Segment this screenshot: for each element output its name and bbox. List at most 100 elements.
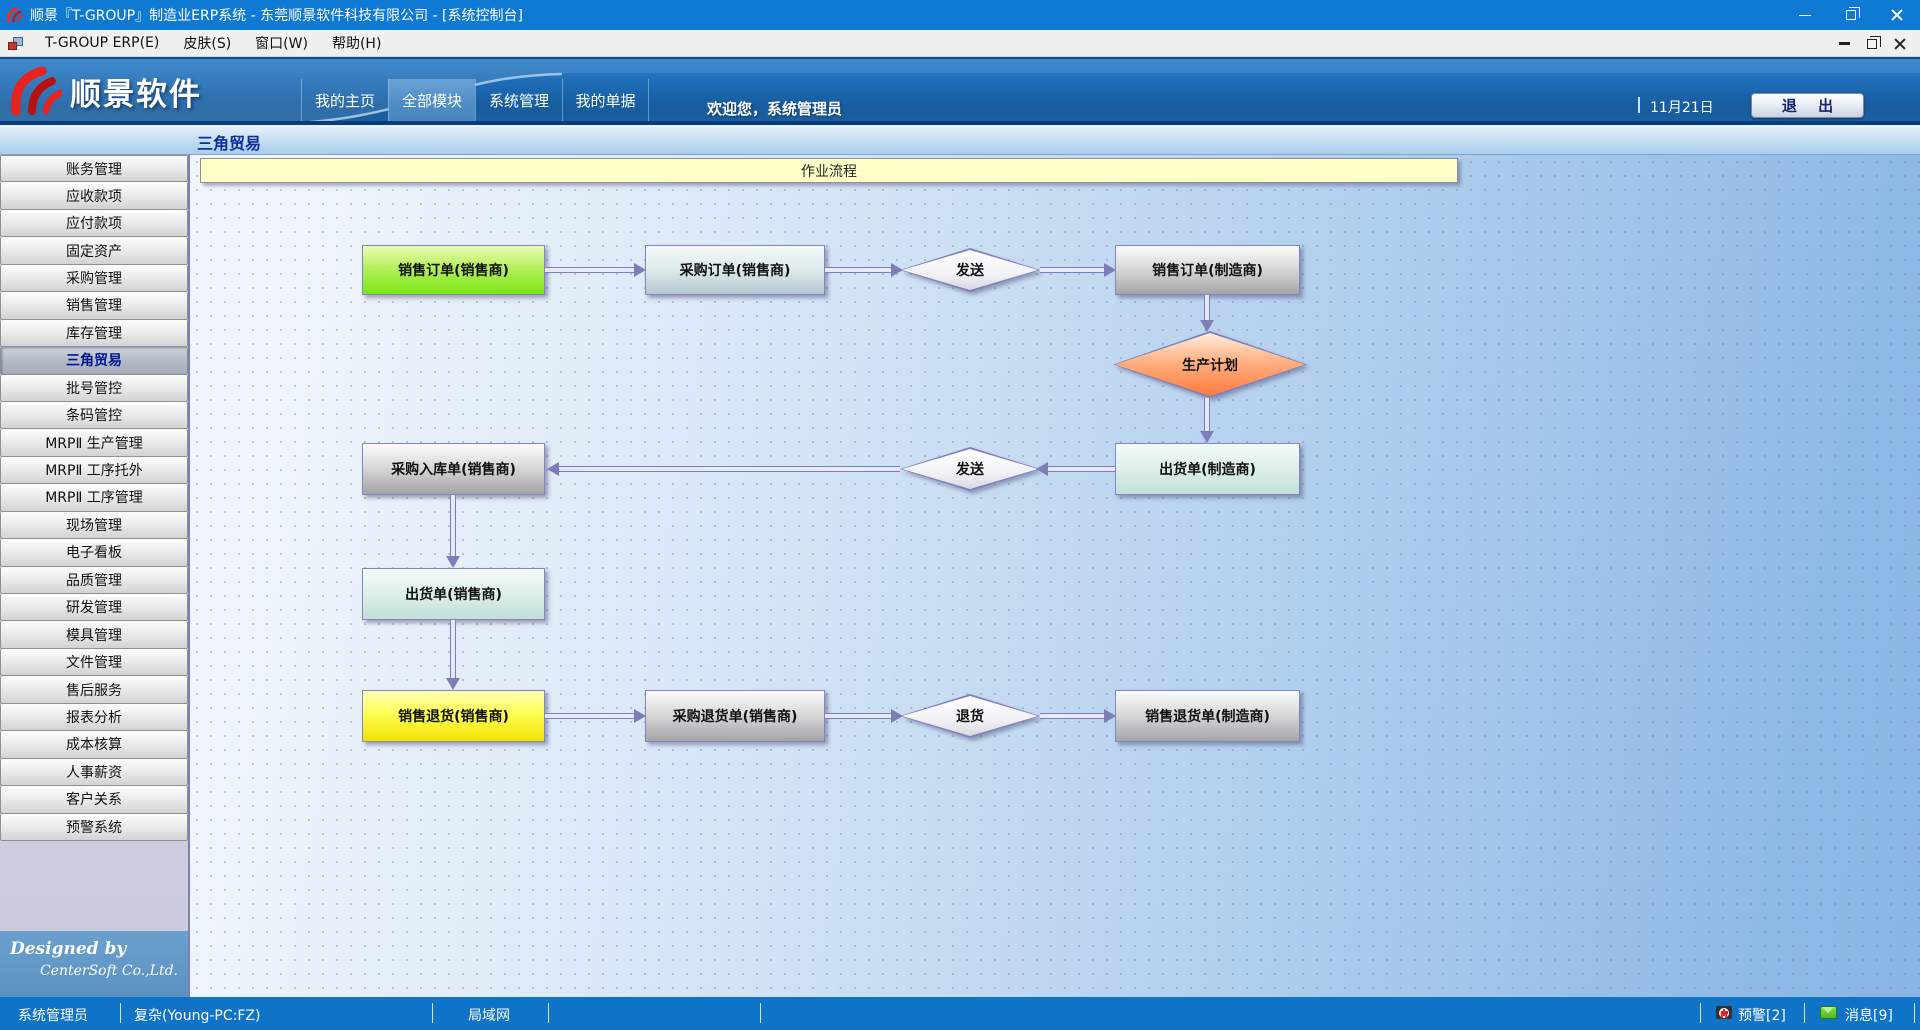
workflow-canvas: 作业流程 销售订单(销售商) 采购订单(销售商) 发送 销售订单(制造商) 生产… [190, 155, 1920, 997]
window-close-button[interactable] [1874, 0, 1920, 30]
flow-arrowhead-right [1104, 709, 1116, 723]
status-separator [1700, 1003, 1701, 1023]
flow-connector [825, 267, 895, 273]
node-return-decision[interactable]: 退货 [900, 694, 1040, 738]
sidebar-item-triangle-trade[interactable]: 三角贸易 [0, 347, 188, 374]
flow-connector [450, 620, 456, 680]
sidebar-item-shopfloor[interactable]: 现场管理 [0, 512, 188, 539]
node-sales-return-seller[interactable]: 销售退货(销售商) [362, 690, 545, 742]
sidebar-item-payables[interactable]: 应付款项 [0, 210, 188, 237]
sidebar-item-documents[interactable]: 文件管理 [0, 649, 188, 676]
sidebar-item-accounting[interactable]: 账务管理 [0, 155, 188, 182]
status-separator [1914, 1003, 1915, 1023]
app-logo-icon [6, 6, 24, 24]
sidebar-item-mrp2-process[interactable]: MRPⅡ 工序管理 [0, 484, 188, 511]
sidebar-item-quality[interactable]: 品质管理 [0, 567, 188, 594]
node-shipment-seller[interactable]: 出货单(销售商) [362, 568, 545, 620]
flow-connector [1204, 295, 1210, 322]
company-name-text: CenterSoft Co.,Ltd. [10, 963, 178, 979]
status-separator [548, 1003, 549, 1023]
exit-button[interactable]: 退 出 [1751, 93, 1864, 118]
status-separator [120, 1003, 121, 1023]
flow-connector [545, 713, 637, 719]
node-purchase-order-seller[interactable]: 采购订单(销售商) [645, 245, 825, 295]
sidebar-item-inventory[interactable]: 库存管理 [0, 320, 188, 347]
sidebar-item-batch-control[interactable]: 批号管控 [0, 375, 188, 402]
node-purchase-receipt-seller[interactable]: 采购入库单(销售商) [362, 443, 545, 495]
menu-skin[interactable]: 皮肤(S) [171, 29, 243, 57]
status-separator [1804, 1003, 1805, 1023]
sidebar-item-mold[interactable]: 模具管理 [0, 621, 188, 648]
node-send-decision-1[interactable]: 发送 [900, 248, 1040, 292]
sidebar-item-costing[interactable]: 成本核算 [0, 731, 188, 758]
alert-kit-icon [1716, 1006, 1732, 1019]
tab-all-modules[interactable]: 全部模块 [388, 79, 475, 121]
sidebar-item-mrp2-production[interactable]: MRPⅡ 生产管理 [0, 429, 188, 456]
workflow-banner: 作业流程 [200, 158, 1458, 183]
menu-help[interactable]: 帮助(H) [320, 29, 393, 57]
designed-by-panel: Designed by CenterSoft Co.,Ltd. [0, 931, 188, 997]
flow-arrowhead-down [1200, 431, 1214, 443]
current-date: 11月21日 [1650, 97, 1714, 117]
node-sales-return-maker[interactable]: 销售退货单(制造商) [1115, 690, 1300, 742]
sidebar-item-alert-system[interactable]: 预警系统 [0, 814, 188, 841]
tab-my-home[interactable]: 我的主页 [301, 79, 388, 121]
flow-connector [545, 267, 637, 273]
status-messages[interactable]: 消息[9] [1845, 1005, 1893, 1025]
sidebar-item-fixed-assets[interactable]: 固定资产 [0, 237, 188, 264]
flow-arrowhead-right [634, 709, 646, 723]
sidebar-item-purchasing[interactable]: 采购管理 [0, 265, 188, 292]
header-tabs: 我的主页 全部模块 系统管理 我的单据 [301, 79, 649, 121]
message-envelope-icon [1820, 1006, 1837, 1019]
flow-arrowhead-down [1200, 320, 1214, 332]
flow-connector [1204, 398, 1210, 433]
flow-arrowhead-left [1036, 462, 1048, 476]
node-sales-order-seller[interactable]: 销售订单(销售商) [362, 245, 545, 295]
flow-connector [1048, 466, 1115, 472]
node-shipment-maker[interactable]: 出货单(制造商) [1115, 443, 1300, 495]
flow-arrowhead-down [446, 678, 460, 690]
sidebar-item-barcode-control[interactable]: 条码管控 [0, 402, 188, 429]
status-separator [760, 1003, 761, 1023]
status-alerts[interactable]: 预警[2] [1738, 1005, 1786, 1025]
tab-system-management[interactable]: 系统管理 [475, 79, 562, 121]
flow-connector [825, 713, 895, 719]
menu-tgroup-erp[interactable]: T-GROUP ERP(E) [33, 31, 171, 55]
mdi-restore-button[interactable] [1858, 30, 1886, 57]
sidebar-item-reports[interactable]: 报表分析 [0, 704, 188, 731]
sidebar-item-crm[interactable]: 客户关系 [0, 786, 188, 813]
sidebar-item-mrp2-outsourcing[interactable]: MRPⅡ 工序托外 [0, 457, 188, 484]
mdi-close-button[interactable] [1886, 30, 1914, 57]
window-titlebar: 顺景『T-GROUP』制造业ERP系统 - 东莞顺景软件科技有限公司 - [系统… [0, 0, 1920, 30]
window-minimize-button[interactable] [1782, 0, 1828, 30]
window-restore-button[interactable] [1828, 0, 1874, 30]
app-header: 顺景软件 我的主页 全部模块 系统管理 我的单据 欢迎您，系统管理员 11月21… [0, 57, 1920, 125]
flow-arrowhead-right [891, 263, 903, 277]
node-production-plan[interactable]: 生产计划 [1113, 331, 1307, 398]
mdi-minimize-button[interactable] [1830, 30, 1858, 57]
node-sales-order-maker[interactable]: 销售订单(制造商) [1115, 245, 1300, 295]
menu-bar: T-GROUP ERP(E) 皮肤(S) 窗口(W) 帮助(H) [0, 30, 1920, 57]
status-network: 局域网 [468, 1005, 510, 1025]
sidebar-item-e-kanban[interactable]: 电子看板 [0, 539, 188, 566]
sidebar-item-after-sales[interactable]: 售后服务 [0, 676, 188, 703]
node-purchase-return-seller[interactable]: 采购退货单(销售商) [645, 690, 825, 742]
sidebar-item-receivables[interactable]: 应收款项 [0, 182, 188, 209]
flow-arrowhead-right [1104, 263, 1116, 277]
date-separator [1638, 97, 1640, 113]
status-machine: 复杂(Young-PC:FZ) [134, 1005, 260, 1025]
sidebar-item-rnd[interactable]: 研发管理 [0, 594, 188, 621]
sidebar-item-sales[interactable]: 销售管理 [0, 292, 188, 319]
status-bar: 系统管理员 复杂(Young-PC:FZ) 局域网 预警[2] 消息[9] [0, 997, 1920, 1030]
flow-connector [1040, 713, 1108, 719]
node-send-decision-2[interactable]: 发送 [900, 447, 1040, 491]
module-sidebar: 账务管理 应收款项 应付款项 固定资产 采购管理 销售管理 库存管理 三角贸易 … [0, 155, 190, 997]
menu-window[interactable]: 窗口(W) [243, 29, 320, 57]
sidebar-item-hr-payroll[interactable]: 人事薪资 [0, 759, 188, 786]
welcome-message: 欢迎您，系统管理员 [707, 98, 842, 119]
tab-my-documents[interactable]: 我的单据 [562, 79, 649, 121]
flow-connector [559, 466, 900, 472]
header-swoosh-decoration [0, 59, 1920, 125]
brand-logo-text: 顺景软件 [70, 69, 202, 114]
current-module-title: 三角贸易 [197, 130, 261, 154]
